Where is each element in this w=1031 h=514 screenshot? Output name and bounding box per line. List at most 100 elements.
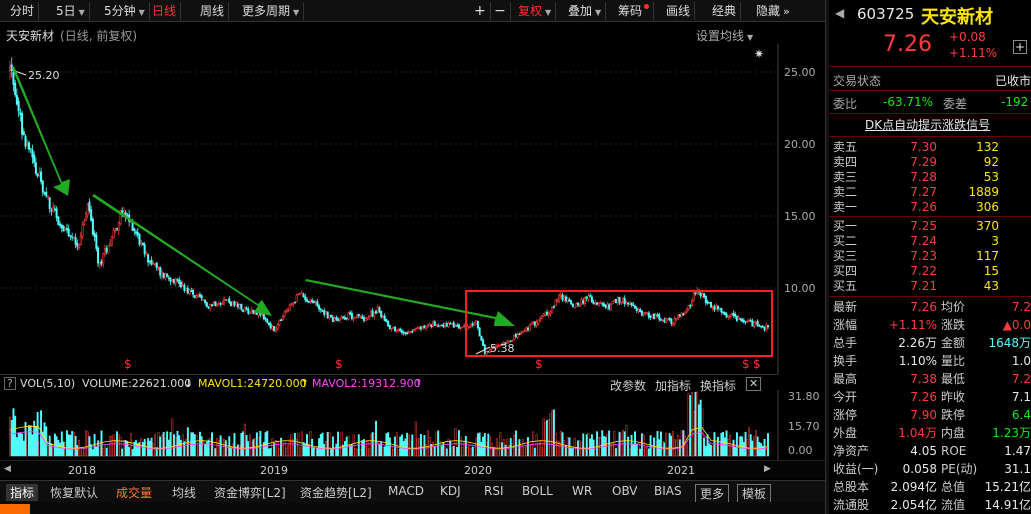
sell-level-row[interactable]: 卖二 7.27 1889 xyxy=(829,186,1031,199)
candle xyxy=(730,312,733,317)
buy-level-row[interactable]: 买三 7.23 117 xyxy=(829,250,1031,263)
level-volume: 132 xyxy=(976,140,999,154)
tab-kdj[interactable]: KDJ xyxy=(440,484,461,498)
tab-bias[interactable]: BIAS xyxy=(654,484,682,498)
chips-button[interactable]: 筹码 xyxy=(614,2,655,20)
candle-body xyxy=(445,323,448,327)
candle xyxy=(349,310,352,316)
prev-stock-icon[interactable]: ◀ xyxy=(835,6,844,20)
tab-intraday[interactable]: 分时 xyxy=(6,2,40,20)
candle-body xyxy=(407,331,410,334)
sell-level-row[interactable]: 卖三 7.28 53 xyxy=(829,171,1031,184)
tab-rsi[interactable]: RSI xyxy=(484,484,504,498)
hide-button[interactable]: 隐藏» xyxy=(752,2,794,20)
candle xyxy=(571,303,574,308)
volume-bar xyxy=(344,441,346,457)
candle-body xyxy=(720,307,723,313)
volume-bar xyxy=(43,422,46,457)
last-price: 7.26 xyxy=(883,32,932,57)
classic-button[interactable]: 经典 xyxy=(708,2,742,20)
tab-5day[interactable]: 5日 ▼ xyxy=(52,2,90,20)
template-button[interactable]: 模板 xyxy=(737,484,772,503)
candle xyxy=(442,322,445,328)
volume-bar xyxy=(590,434,593,457)
candle-body xyxy=(761,325,764,328)
volume-bar xyxy=(240,432,243,457)
candle-body xyxy=(616,297,619,305)
tab-macd[interactable]: MACD xyxy=(388,484,424,498)
buy-level-row[interactable]: 买四 7.22 15 xyxy=(829,265,1031,278)
more-tabs-button[interactable]: 更多 xyxy=(695,484,730,503)
price-chart[interactable]: 25.00 20.00 15.00 10.00 25.20 5.38 $ $ $… xyxy=(0,44,825,374)
volume-bar xyxy=(475,437,478,457)
candle xyxy=(533,321,536,328)
candle xyxy=(295,293,298,303)
candle xyxy=(388,324,391,330)
tab-indicator[interactable]: 指标 xyxy=(6,484,39,501)
candle xyxy=(67,224,70,238)
candle-body xyxy=(293,302,296,304)
candle xyxy=(711,305,714,312)
scroll-left-icon[interactable]: ◀ xyxy=(4,464,11,474)
candle-body xyxy=(185,288,188,291)
candle-body xyxy=(83,221,86,225)
tab-ma[interactable]: 均线 xyxy=(172,484,196,501)
indicator-lock-icon[interactable]: ? xyxy=(4,377,16,390)
candle-body xyxy=(634,305,637,309)
candle xyxy=(235,301,238,307)
candle-body xyxy=(176,279,179,281)
close-icon[interactable]: ✕ xyxy=(746,377,762,391)
button-label: 筹码 xyxy=(618,4,643,18)
tab-weekly[interactable]: 周线 xyxy=(196,2,230,20)
tab-fund-game[interactable]: 资金博弈[L2] xyxy=(214,484,286,501)
tab-wr[interactable]: WR xyxy=(572,484,592,498)
buy-level-row[interactable]: 买一 7.25 370 xyxy=(829,220,1031,233)
tab-reset-default[interactable]: 恢复默认 xyxy=(50,484,98,501)
candle xyxy=(31,144,34,164)
adjust-price-button[interactable]: 复权 ▼ xyxy=(514,2,557,20)
volume-bar xyxy=(742,441,745,457)
candle xyxy=(136,227,139,239)
candle xyxy=(98,262,101,269)
tab-more-periods[interactable]: 更多周期 ▼ xyxy=(238,2,305,20)
stat-value: ▲0.0 xyxy=(1002,318,1031,332)
buy-level-row[interactable]: 买二 7.24 3 xyxy=(829,235,1031,248)
zoom-in-button[interactable]: + xyxy=(470,2,491,20)
sell-level-row[interactable]: 卖五 7.30 132 xyxy=(829,141,1031,154)
volume-chart[interactable]: 31.80 15.70 0.00 xyxy=(0,390,825,460)
candle-body xyxy=(404,332,407,334)
volume-bar xyxy=(716,436,719,457)
volume-value: VOLUME:22621.000 xyxy=(82,377,192,390)
candle xyxy=(252,309,255,315)
candle-body xyxy=(615,299,618,304)
candle-body xyxy=(347,312,350,320)
zoom-out-button[interactable]: − xyxy=(490,2,511,20)
volume-bar xyxy=(471,446,474,457)
scroll-right-icon[interactable]: ▶ xyxy=(764,464,771,474)
sell-level-row[interactable]: 卖四 7.29 92 xyxy=(829,156,1031,169)
tab-boll[interactable]: BOLL xyxy=(522,484,553,498)
tab-volume[interactable]: 成交量 xyxy=(116,484,152,501)
candle xyxy=(459,326,462,331)
tab-daily[interactable]: 日线 xyxy=(148,2,182,20)
ma-setting-button[interactable]: 设置均线 ▼ xyxy=(696,27,753,44)
candle xyxy=(554,299,557,307)
add-watchlist-icon[interactable]: + xyxy=(1013,40,1027,54)
candle xyxy=(718,307,721,311)
candle xyxy=(438,325,441,328)
volume-bar xyxy=(66,430,68,457)
candle xyxy=(19,108,22,122)
tab-5min[interactable]: 5分钟 ▼ xyxy=(100,2,150,20)
overlay-button[interactable]: 叠加 ▼ xyxy=(564,2,607,20)
tab-obv[interactable]: OBV xyxy=(612,484,638,498)
volume-bar xyxy=(571,447,574,457)
crosshair-icon[interactable]: ✷ xyxy=(754,47,764,61)
draw-line-button[interactable]: 画线 xyxy=(662,2,696,20)
volume-bar xyxy=(533,447,536,457)
sell-level-row[interactable]: 卖一 7.26 306 xyxy=(829,201,1031,214)
buy-level-row[interactable]: 买五 7.21 43 xyxy=(829,280,1031,293)
tab-fund-trend[interactable]: 资金趋势[L2] xyxy=(300,484,372,501)
volume-bar xyxy=(432,441,434,457)
signal-link[interactable]: DK点自动提示涨跌信号 xyxy=(865,116,990,133)
candle xyxy=(211,303,214,308)
